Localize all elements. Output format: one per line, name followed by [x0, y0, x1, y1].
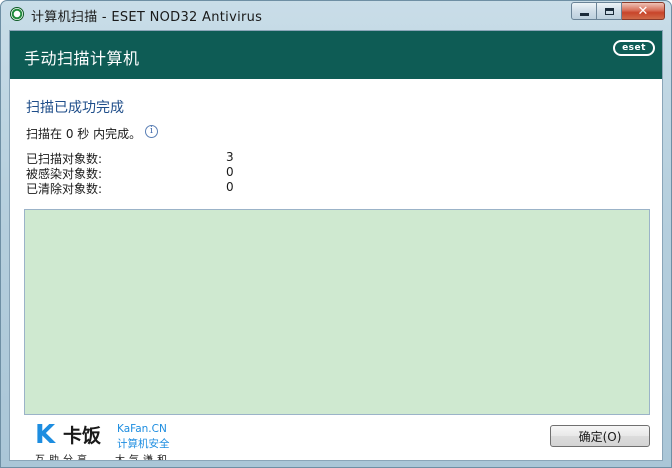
kafan-tagline: 计算机安全	[117, 438, 170, 450]
stat-row-infected: 被感染对象数: 0	[26, 165, 266, 181]
scan-time-message: 扫描在 0 秒 内完成。	[26, 127, 142, 141]
eset-app-icon[interactable]	[10, 7, 24, 21]
close-button[interactable]: ✕	[622, 2, 665, 20]
dialog-header: 手动扫描计算机 eset	[10, 31, 662, 79]
stat-value: 0	[226, 165, 234, 179]
minimize-button[interactable]	[571, 2, 597, 20]
kafan-brand: 卡饭	[63, 425, 102, 447]
ok-button[interactable]: 确定(O)	[550, 425, 650, 447]
window-title: 计算机扫描 - ESET NOD32 Antivirus	[31, 10, 263, 25]
maximize-button[interactable]	[597, 2, 622, 20]
stat-label: 已清除对象数:	[26, 182, 103, 196]
info-icon[interactable]: i	[145, 125, 158, 138]
kafan-site: KaFan.CN	[117, 423, 167, 435]
kafan-slogan-left: 互助分享	[35, 455, 91, 461]
dialog-title: 手动扫描计算机	[24, 49, 140, 68]
close-icon: ✕	[637, 3, 649, 19]
maximize-icon	[604, 7, 614, 15]
stat-value: 0	[226, 180, 234, 194]
scan-status-title: 扫描已成功完成	[26, 100, 124, 116]
kafan-watermark-logo: K 卡饭 KaFan.CN 计算机安全 互助分享 大气谦和	[35, 420, 195, 461]
eset-logo: eset	[613, 40, 655, 56]
kafan-k-icon: K	[35, 420, 56, 450]
title-bar[interactable]: 计算机扫描 - ESET NOD32 Antivirus ✕	[1, 1, 671, 29]
application-window: 计算机扫描 - ESET NOD32 Antivirus ✕ 手动扫描计算机 e…	[0, 0, 672, 468]
dialog-content: 手动扫描计算机 eset 扫描已成功完成 扫描在 0 秒 内完成。 i 已扫描对…	[9, 30, 663, 461]
kafan-slogan-right: 大气谦和	[115, 455, 171, 461]
scan-statistics: 已扫描对象数: 3 被感染对象数: 0 已清除对象数: 0	[26, 150, 266, 196]
stat-row-scanned: 已扫描对象数: 3	[26, 150, 266, 166]
stat-row-cleaned: 已清除对象数: 0	[26, 180, 266, 196]
minimize-icon	[579, 12, 589, 16]
scan-log-area[interactable]	[24, 209, 650, 415]
stat-value: 3	[226, 150, 234, 164]
window-controls: ✕	[571, 2, 665, 20]
